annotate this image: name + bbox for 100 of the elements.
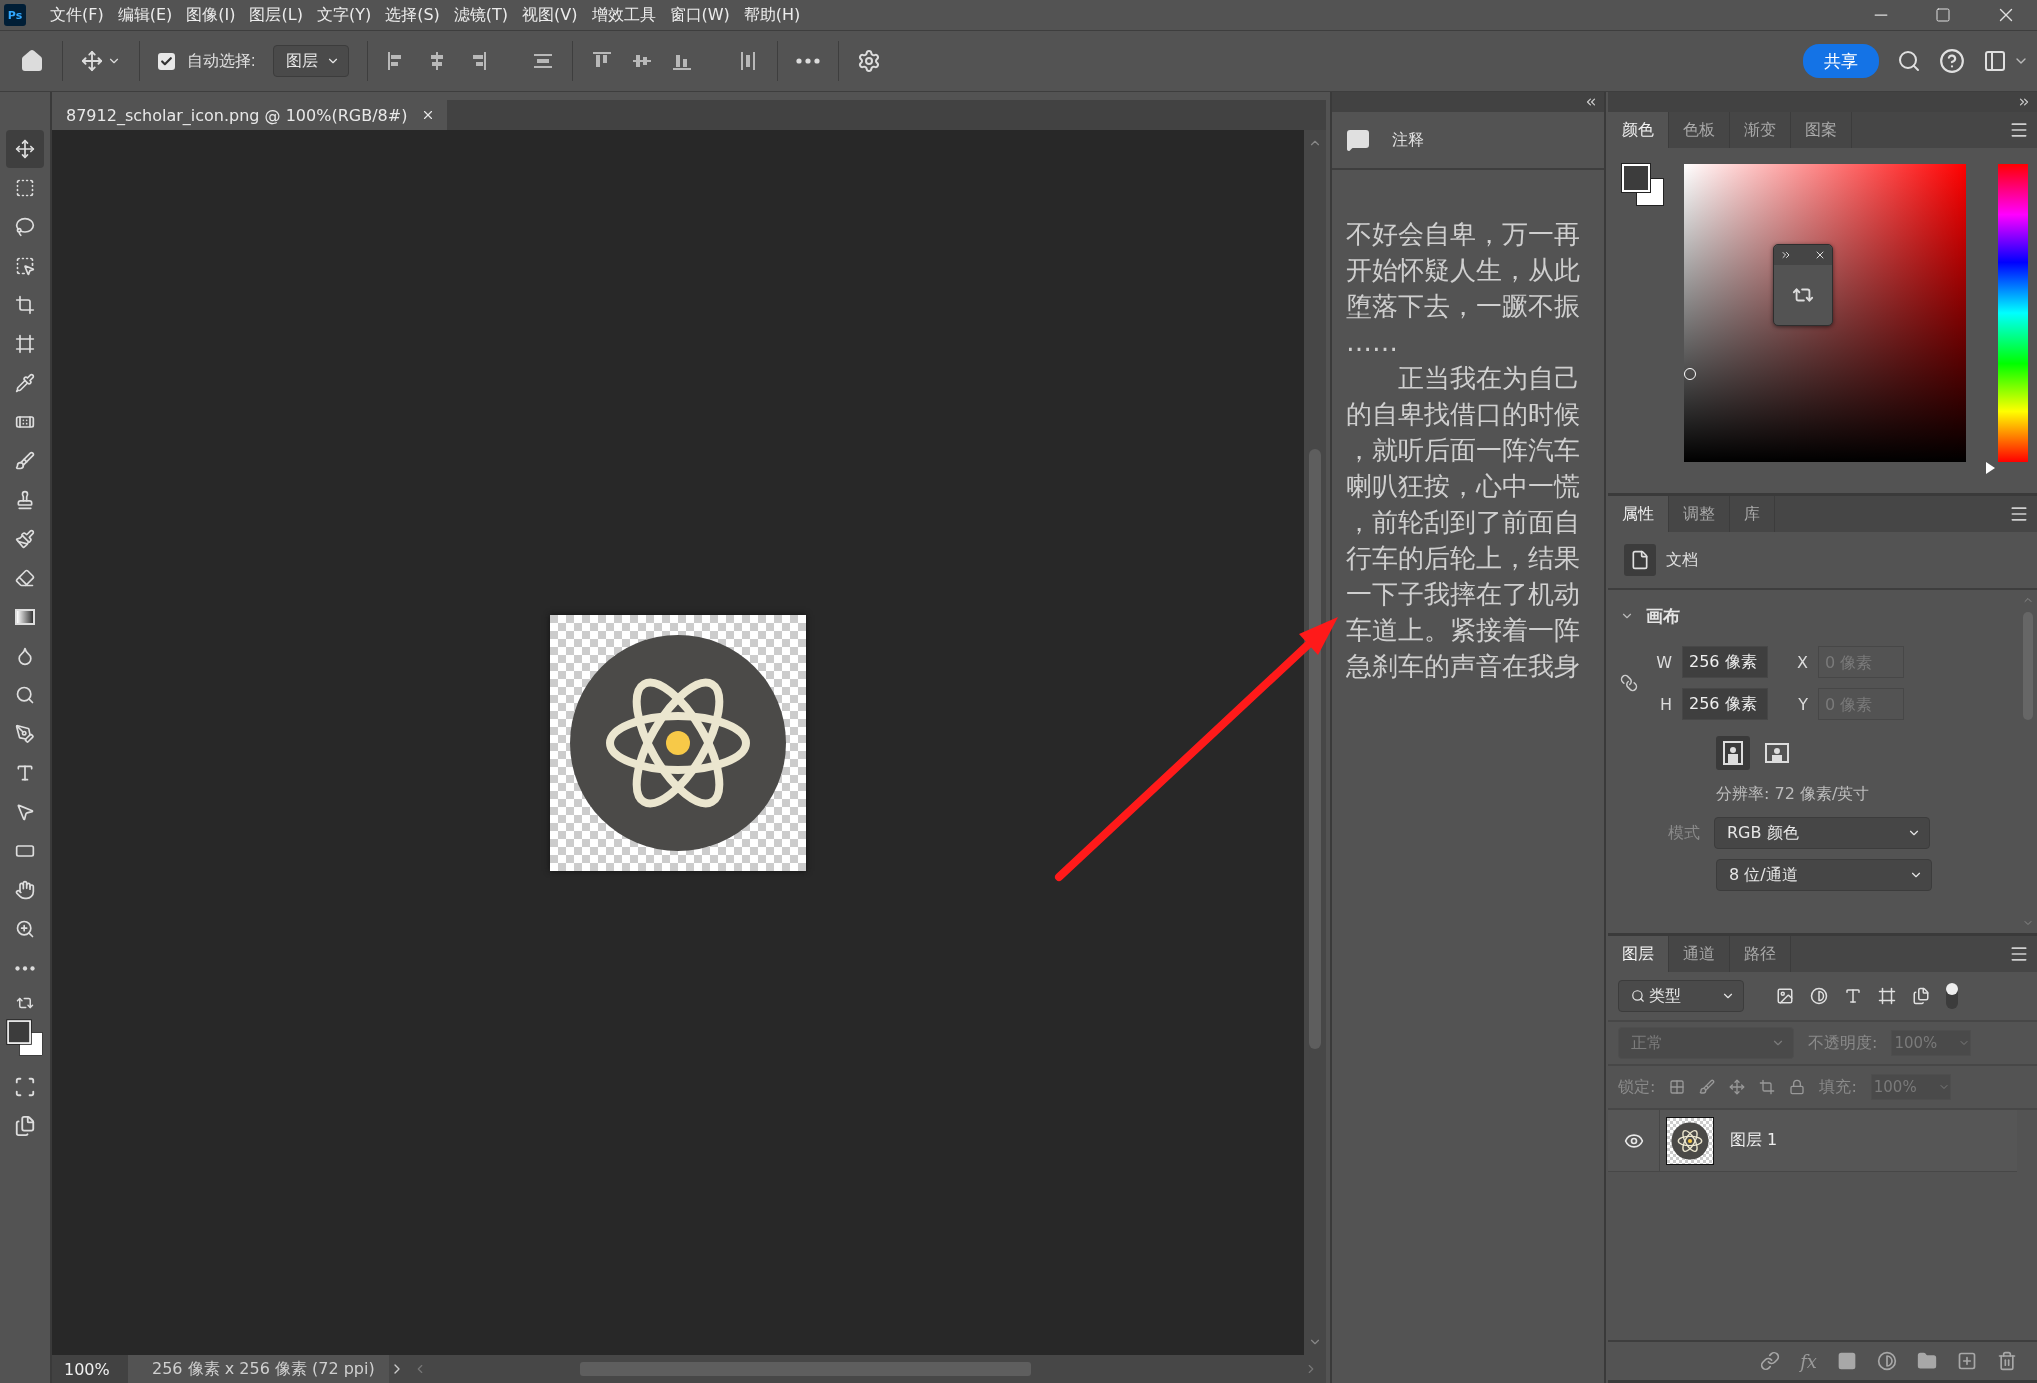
eyedropper-icon bbox=[15, 373, 35, 393]
layer-row[interactable]: 图层 1 bbox=[1608, 1110, 2017, 1172]
menu-item[interactable]: 增效工具 bbox=[591, 4, 656, 26]
marquee-icon bbox=[15, 178, 35, 198]
menu-item[interactable]: 文字(Y) bbox=[316, 4, 372, 26]
move-icon[interactable] bbox=[1729, 1079, 1746, 1095]
lock-icon[interactable] bbox=[1789, 1079, 1806, 1095]
auto-select-checkbox[interactable]: 自动选择: bbox=[158, 50, 256, 72]
search-icon bbox=[1631, 989, 1645, 1003]
vertical-scrollbar[interactable] bbox=[1304, 130, 1326, 1355]
brush-icon[interactable] bbox=[1699, 1079, 1716, 1095]
adjustment-filter-icon[interactable] bbox=[1810, 987, 1828, 1005]
crop-icon bbox=[15, 295, 35, 315]
note-paragraph: 正当我在为自己的自卑找借口的时候，就听后面一阵汽车喇叭狂按，心中一慌，前轮刮到了前面自行车的后轮上，结果一下子我摔在了机动车道上。紧接着一阵急刹车的声音在我身 bbox=[1346, 362, 1581, 683]
help-icon[interactable] bbox=[1939, 48, 1965, 74]
field-label: W bbox=[1655, 652, 1672, 672]
crop-icon[interactable] bbox=[1759, 1079, 1776, 1095]
brush-icon bbox=[15, 451, 35, 471]
portrait-button[interactable] bbox=[1716, 736, 1750, 770]
droplet-icon bbox=[15, 646, 35, 666]
gradient-icon bbox=[15, 609, 35, 625]
move-tool-preset[interactable] bbox=[81, 50, 121, 72]
document-tab[interactable]: 87912_scholar_icon.png @ 100%(RGB/8#) bbox=[52, 100, 448, 130]
type-filter-icon[interactable] bbox=[1844, 987, 1862, 1005]
folder-icon[interactable] bbox=[1917, 1351, 1937, 1371]
image-filter-icon[interactable] bbox=[1776, 987, 1794, 1005]
move-icon bbox=[81, 50, 103, 72]
menu-item[interactable]: 视图(V) bbox=[522, 4, 578, 26]
section-header[interactable]: 画布 bbox=[1620, 604, 2019, 628]
menu-item[interactable]: 窗口(W) bbox=[669, 4, 730, 26]
hand-icon bbox=[15, 880, 35, 900]
note-paragraph: 不好会自卑，万一再开始怀疑人生，从此堕落下去，一蹶不振…… bbox=[1346, 218, 1581, 359]
link-icon[interactable] bbox=[1760, 1351, 1781, 1371]
color-field[interactable] bbox=[1684, 164, 1966, 462]
close-icon[interactable] bbox=[1814, 249, 1826, 261]
panel-tab[interactable]: 属性 bbox=[1608, 496, 1669, 532]
document-label: 文档 bbox=[1666, 549, 1698, 571]
layer-thumbnail bbox=[1666, 1116, 1714, 1165]
panel-tab[interactable]: 颜色 bbox=[1608, 112, 1669, 148]
home-icon[interactable] bbox=[20, 49, 44, 73]
app-logo[interactable]: Ps bbox=[4, 4, 26, 26]
menu-item[interactable]: 编辑(E) bbox=[117, 4, 173, 26]
more-icon[interactable] bbox=[796, 58, 821, 64]
object-select-icon bbox=[15, 256, 35, 276]
trash-icon[interactable] bbox=[1997, 1351, 2017, 1371]
depth-dropdown[interactable]: 8 位/通道 bbox=[1716, 859, 1932, 891]
panel-menu-icon[interactable] bbox=[2009, 120, 2029, 140]
menu-item[interactable]: 文件(F) bbox=[50, 4, 104, 26]
collapse-icon[interactable] bbox=[1584, 95, 1598, 109]
menu-item[interactable]: 帮助(H) bbox=[743, 4, 801, 26]
settings-icon[interactable] bbox=[857, 49, 882, 73]
panel-menu-icon[interactable] bbox=[2009, 944, 2029, 964]
move-tool-icon bbox=[15, 139, 35, 159]
mode-dropdown[interactable]: RGB 颜色 bbox=[1714, 817, 1930, 849]
menu-item[interactable]: 滤镜(T) bbox=[453, 4, 509, 26]
panel-title: 注释 bbox=[1392, 129, 1424, 151]
input-field[interactable]: 256 像素 bbox=[1682, 688, 1768, 720]
paintbrush-icon bbox=[15, 529, 35, 549]
document-info: 256 像素 x 256 像素 (72 ppi) bbox=[128, 1355, 389, 1383]
menu-item[interactable]: 图像(I) bbox=[186, 4, 236, 26]
search-icon[interactable] bbox=[1897, 49, 1921, 73]
expand-icon[interactable] bbox=[2017, 95, 2031, 109]
document-icon bbox=[1624, 544, 1656, 576]
maximize-icon[interactable] bbox=[1935, 7, 1951, 23]
target-dropdown[interactable]: 图层 bbox=[273, 45, 350, 77]
lasso-icon bbox=[15, 217, 35, 237]
adjustment-icon[interactable] bbox=[1877, 1351, 1897, 1371]
menu-item[interactable]: 图层(L) bbox=[249, 4, 303, 26]
field-label: X bbox=[1796, 652, 1808, 672]
filter-dropdown[interactable]: 类型 bbox=[1618, 980, 1744, 1012]
document-title: 87912_scholar_icon.png @ 100%(RGB/8#) bbox=[66, 105, 408, 125]
link-icon[interactable] bbox=[1620, 674, 1638, 692]
more-icon[interactable] bbox=[15, 965, 35, 971]
filter-label: 类型 bbox=[1649, 985, 1681, 1007]
panel-menu-icon[interactable] bbox=[2009, 504, 2029, 524]
tool-button[interactable] bbox=[6, 130, 44, 168]
field-label: Y bbox=[1797, 694, 1808, 714]
hue-slider[interactable] bbox=[1986, 164, 2030, 474]
panel-tab[interactable]: 图层 bbox=[1608, 936, 1669, 972]
menu-item[interactable]: 选择(S) bbox=[385, 4, 440, 26]
color-swatches-icon[interactable] bbox=[1622, 164, 1664, 206]
color-swatches-icon[interactable] bbox=[7, 1020, 43, 1056]
zoom-level[interactable]: 100% bbox=[52, 1355, 128, 1383]
filter-toggle[interactable] bbox=[1946, 983, 1958, 1009]
layer-name: 图层 1 bbox=[1730, 1130, 1778, 1151]
stamp-icon bbox=[15, 490, 35, 510]
field-label: H bbox=[1658, 694, 1672, 714]
input-field[interactable]: 256 像素 bbox=[1682, 646, 1768, 678]
lock-pixels-icon[interactable] bbox=[1669, 1079, 1686, 1095]
workspace-icon[interactable] bbox=[1983, 49, 2007, 73]
new-layer-icon[interactable] bbox=[1957, 1351, 1977, 1371]
checkmark-icon bbox=[160, 54, 173, 68]
eraser-icon bbox=[15, 568, 35, 588]
share-button[interactable]: 共享 bbox=[1803, 44, 1879, 78]
pointer-icon bbox=[15, 802, 35, 822]
expand-icon[interactable] bbox=[1780, 249, 1792, 261]
frame-icon bbox=[15, 334, 35, 354]
type-icon bbox=[15, 763, 35, 783]
checkbox-label: 自动选择: bbox=[187, 50, 256, 71]
speech-bubble-icon bbox=[1346, 128, 1370, 152]
